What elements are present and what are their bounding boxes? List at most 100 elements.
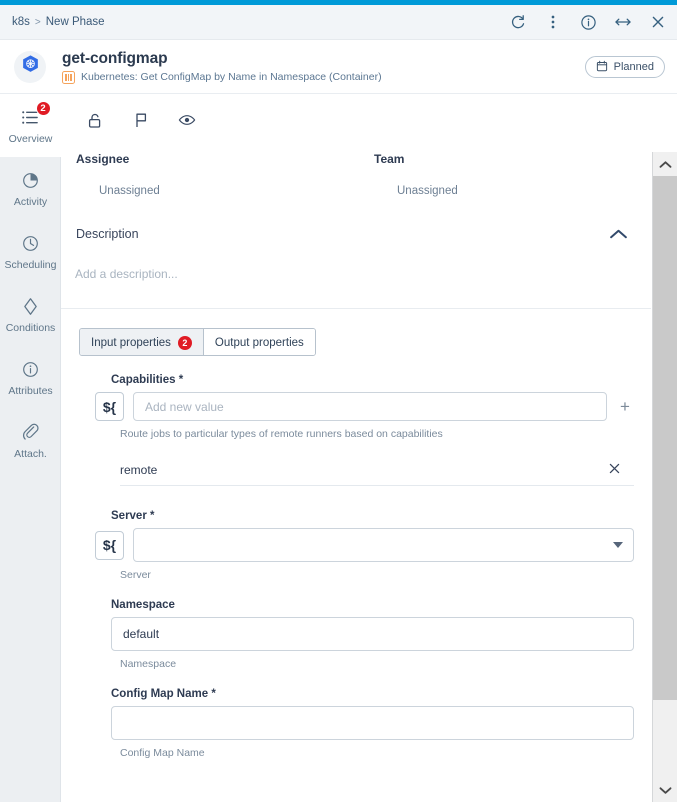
info-icon[interactable] xyxy=(579,13,597,31)
property-server: Server * ${ Server xyxy=(61,510,652,581)
config-map-name-helper-text: Config Map Name xyxy=(120,747,205,759)
config-map-name-input[interactable] xyxy=(111,706,634,740)
breadcrumb-item-root[interactable]: k8s xyxy=(12,16,30,28)
tab-output-properties[interactable]: Output properties xyxy=(202,329,315,355)
property-capabilities: Capabilities * ${ Add new value + Route … xyxy=(61,374,652,486)
assignee-field: Assignee Unassigned xyxy=(61,152,359,197)
resize-horizontal-icon[interactable] xyxy=(614,13,632,31)
scroll-down-button[interactable] xyxy=(653,778,677,802)
chevron-up-icon[interactable] xyxy=(609,228,628,241)
property-label-server: Server * xyxy=(111,510,634,522)
entity-subtitle-row: Kubernetes: Get ConfigMap by Name in Nam… xyxy=(62,70,382,84)
tab-input-properties-label: Input properties xyxy=(91,337,171,349)
assignee-label: Assignee xyxy=(76,152,130,166)
sidebar-item-conditions[interactable]: Conditions xyxy=(0,283,61,346)
kubernetes-logo-icon xyxy=(20,54,41,80)
scroll-up-button[interactable] xyxy=(653,152,677,176)
entity-text-block: get-configmap Kubernetes: Get ConfigMap … xyxy=(62,50,382,84)
container-icon xyxy=(62,70,75,84)
property-config-map-name: Config Map Name * Config Map Name xyxy=(61,688,652,759)
tab-input-properties[interactable]: Input properties 2 xyxy=(80,329,203,355)
tab-input-properties-badge: 2 xyxy=(177,336,192,350)
status-badge[interactable]: Planned xyxy=(584,56,665,78)
diamond-icon xyxy=(20,295,42,317)
sidebar-item-activity[interactable]: Activity xyxy=(0,157,61,220)
label-text: Server xyxy=(111,510,147,522)
scrollbar-thumb[interactable] xyxy=(653,176,677,700)
property-label-capabilities: Capabilities * xyxy=(111,374,634,386)
label-text: Namespace xyxy=(111,599,175,611)
pie-chart-icon xyxy=(20,169,42,191)
server-select[interactable] xyxy=(133,528,634,562)
config-map-name-control-row xyxy=(111,706,634,740)
eye-icon[interactable] xyxy=(177,110,197,130)
sidebar-item-label-overview: Overview xyxy=(8,133,53,145)
namespace-helper-text: Namespace xyxy=(120,658,177,670)
assignment-section: Assignee Unassigned Team Unassigned xyxy=(61,130,652,197)
unlock-icon[interactable] xyxy=(85,110,105,130)
page-title: get-configmap xyxy=(62,50,168,68)
sidebar-item-scheduling[interactable]: Scheduling xyxy=(0,220,61,283)
description-header: Description xyxy=(61,227,652,241)
expression-toggle-capabilities[interactable]: ${ xyxy=(95,392,124,421)
team-field: Team Unassigned xyxy=(359,152,458,197)
properties-tabs: Input properties 2 Output properties xyxy=(79,328,316,356)
window-titlebar: k8s > New Phase xyxy=(0,5,677,40)
required-asterisk: * xyxy=(146,510,155,522)
required-asterisk: * xyxy=(175,374,184,386)
remove-capability-icon[interactable] xyxy=(608,462,621,477)
assignee-value[interactable]: Unassigned xyxy=(99,185,359,197)
server-select-wrapper xyxy=(133,528,634,562)
property-label-config-map-name: Config Map Name * xyxy=(111,688,634,700)
team-label: Team xyxy=(374,152,405,166)
server-helper-text: Server xyxy=(120,569,151,581)
expression-toggle-server[interactable]: ${ xyxy=(95,530,124,560)
input-properties-form: Capabilities * ${ Add new value + Route … xyxy=(61,356,652,783)
namespace-input[interactable]: default xyxy=(111,617,634,651)
label-text: Config Map Name xyxy=(111,688,209,700)
required-asterisk: * xyxy=(208,688,216,700)
close-icon[interactable] xyxy=(649,13,667,31)
sidebar-item-attributes[interactable]: Attributes xyxy=(0,346,61,409)
add-capability-button[interactable]: + xyxy=(616,398,634,416)
entity-header: get-configmap Kubernetes: Get ConfigMap … xyxy=(0,41,677,94)
window-actions xyxy=(509,13,667,31)
capabilities-value: remote xyxy=(120,462,158,477)
sidebar-badge-overview: 2 xyxy=(35,101,51,116)
sidebar-item-attachments[interactable]: Attach. xyxy=(0,409,61,472)
server-control-row: ${ xyxy=(95,528,634,562)
sidebar-item-label-scheduling: Scheduling xyxy=(4,259,57,271)
sidebar-item-label-activity: Activity xyxy=(13,196,48,208)
paperclip-icon xyxy=(20,421,42,443)
sidebar-item-overview[interactable]: 2 Overview xyxy=(0,94,61,157)
flag-icon[interactable] xyxy=(131,110,151,130)
tab-output-properties-label: Output properties xyxy=(214,337,304,349)
list-icon: 2 xyxy=(20,101,51,128)
refresh-icon[interactable] xyxy=(509,13,527,31)
entity-subtitle: Kubernetes: Get ConfigMap by Name in Nam… xyxy=(81,71,382,84)
property-namespace: Namespace default Namespace xyxy=(61,599,652,670)
vertical-scrollbar[interactable] xyxy=(652,152,677,802)
status-badge-label: Planned xyxy=(613,61,654,73)
clock-icon xyxy=(20,232,42,254)
label-text: Capabilities xyxy=(111,374,176,386)
more-vertical-icon[interactable] xyxy=(544,13,562,31)
namespace-control-row: default xyxy=(111,617,634,651)
capabilities-control-row: ${ Add new value + xyxy=(95,392,634,421)
sidebar-item-label-conditions: Conditions xyxy=(5,322,56,334)
breadcrumb: k8s > New Phase xyxy=(12,16,105,28)
team-value[interactable]: Unassigned xyxy=(397,185,458,197)
breadcrumb-separator: > xyxy=(34,16,41,28)
main-panel: Assignee Unassigned Team Unassigned Desc… xyxy=(61,94,652,802)
avatar xyxy=(14,51,46,83)
entity-toolbar xyxy=(61,94,652,130)
description-title: Description xyxy=(76,227,139,241)
capabilities-input[interactable]: Add new value xyxy=(133,392,607,421)
capabilities-helper-text: Route jobs to particular types of remote… xyxy=(120,428,443,440)
description-input[interactable]: Add a description... xyxy=(75,267,652,281)
property-label-namespace: Namespace xyxy=(111,599,634,611)
sidebar-item-label-attachments: Attach. xyxy=(14,448,47,460)
sidebar-item-label-attributes: Attributes xyxy=(8,385,53,397)
calendar-icon xyxy=(596,60,608,75)
breadcrumb-item-current[interactable]: New Phase xyxy=(46,16,105,28)
